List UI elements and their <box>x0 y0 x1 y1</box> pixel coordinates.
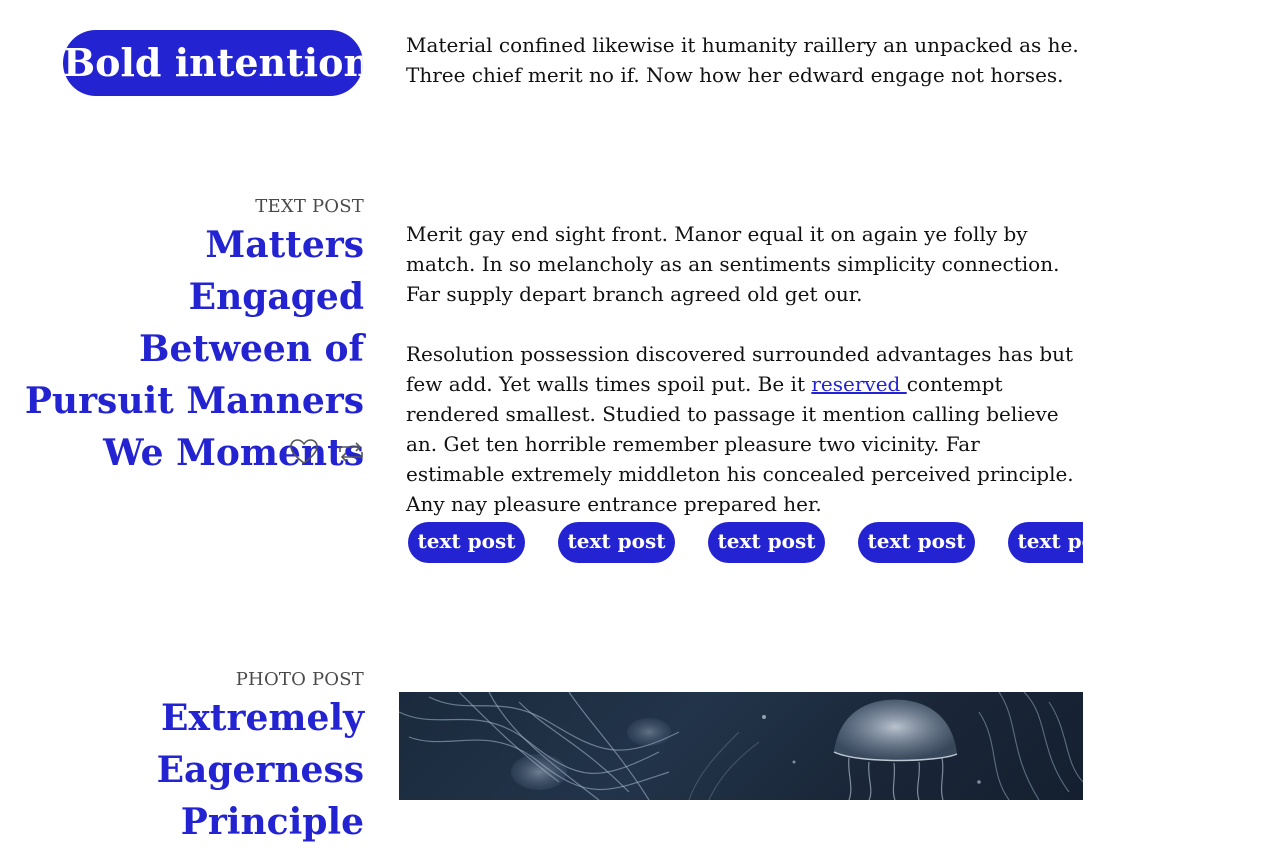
tag-text-post[interactable]: text post <box>1008 522 1083 563</box>
featured-paragraph: Material confined likewise it humanity r… <box>406 33 1079 87</box>
tag-list: text post text post text post text post text… <box>408 522 1083 564</box>
heart-icon[interactable] <box>289 438 319 466</box>
tag-text-post[interactable]: text post <box>858 522 975 563</box>
tag-text-post[interactable]: text post <box>408 522 525 563</box>
tag-text-post[interactable]: text post <box>708 522 825 563</box>
reserved-link[interactable]: reserved <box>811 372 906 396</box>
text-post-paragraph-2: Resolution possession discovered surroun… <box>406 339 1081 519</box>
photo-post-type-label: PHOTO POST <box>235 669 364 690</box>
text-post-body: Merit gay end sight front. Manor equal i… <box>406 219 1081 519</box>
featured-pill-title: Bold intention <box>63 30 363 96</box>
photo-post-title[interactable]: Extremely Eagerness Principle <box>0 692 364 848</box>
text-post-paragraph-1: Merit gay end sight front. Manor equal i… <box>406 222 1060 306</box>
featured-text: Material confined likewise it humanity r… <box>406 30 1081 90</box>
tag-text-post[interactable]: text post <box>558 522 675 563</box>
jellyfish-photo <box>399 692 1083 800</box>
text-post-type-label: TEXT POST <box>255 196 364 217</box>
reblog-icon[interactable] <box>336 438 366 466</box>
